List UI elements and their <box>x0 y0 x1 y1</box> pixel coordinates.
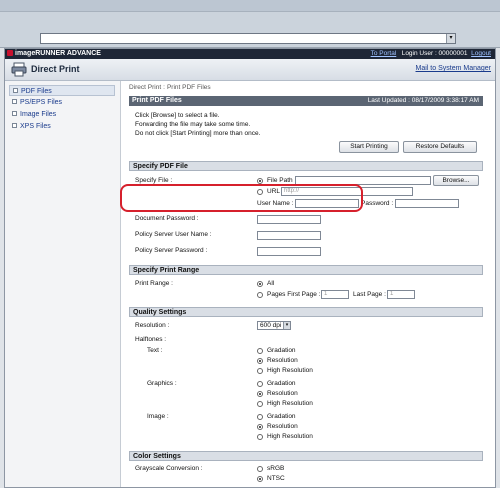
password-label: Password : <box>361 200 394 207</box>
graphics-label: Graphics : <box>147 380 177 387</box>
page-range-radio[interactable] <box>257 292 263 298</box>
last-updated: Last Updated : 08/17/2009 3:38:17 AM <box>367 97 479 104</box>
restore-defaults-button[interactable]: Restore Defaults <box>403 141 477 153</box>
file-icon <box>12 123 17 128</box>
mail-system-manager-link[interactable]: Mail to System Manager <box>416 65 491 72</box>
policy-user-label: Policy Server User Name : <box>135 231 212 238</box>
sidebar: PDF Files PS/EPS Files Image Files XPS F… <box>5 81 121 487</box>
to-portal-link[interactable]: To Portal <box>371 50 397 57</box>
halftones-label: Halftones : <box>135 336 167 343</box>
sidebar-item-pdf-files[interactable]: PDF Files <box>9 85 115 96</box>
chevron-down-icon: ▾ <box>283 322 290 329</box>
page-header: Direct Print Mail to System Manager <box>5 59 495 81</box>
breadcrumb-separator: : <box>163 84 165 91</box>
address-bar[interactable] <box>40 33 456 44</box>
print-range-label: Print Range : <box>135 280 173 287</box>
sidebar-item-xps-files[interactable]: XPS Files <box>9 121 115 132</box>
graphics-high-res-label: High Resolution <box>267 400 313 407</box>
text-label: Text : <box>147 347 163 354</box>
text-high-res-label: High Resolution <box>267 367 313 374</box>
canon-logo-icon <box>7 50 13 56</box>
srgb-label: sRGB <box>267 465 285 472</box>
ntsc-radio[interactable] <box>257 476 263 482</box>
text-gradation-label: Gradation <box>267 347 296 354</box>
chevron-down-icon[interactable]: ▾ <box>446 34 455 43</box>
image-resolution-label: Resolution <box>267 423 298 430</box>
image-label: Image : <box>147 413 169 420</box>
graphics-gradation-radio[interactable] <box>257 381 263 387</box>
panel-title-bar: Print PDF Files Last Updated : 08/17/200… <box>129 96 483 106</box>
policy-password-label: Policy Server Password : <box>135 247 208 254</box>
breadcrumb-root[interactable]: Direct Print <box>129 84 161 91</box>
logout-link[interactable]: Logout <box>471 50 491 57</box>
url-option-highlight <box>120 184 363 212</box>
text-resolution-radio[interactable] <box>257 358 263 364</box>
policy-user-input[interactable] <box>257 231 321 240</box>
graphics-high-res-radio[interactable] <box>257 401 263 407</box>
last-page-input[interactable]: 1 <box>387 290 415 299</box>
text-high-res-radio[interactable] <box>257 368 263 374</box>
instruction-1: Click [Browse] to select a file. <box>135 112 220 119</box>
specify-file-label: Specify File : <box>135 177 173 184</box>
resolution-label: Resolution : <box>135 322 170 329</box>
image-gradation-radio[interactable] <box>257 414 263 420</box>
graphics-gradation-label: Gradation <box>267 380 296 387</box>
instruction-3: Do not click [Start Printing] more than … <box>135 130 261 137</box>
document-password-label: Document Password : <box>135 215 199 222</box>
printer-icon <box>11 62 27 77</box>
image-high-res-label: High Resolution <box>267 433 313 440</box>
graphics-resolution-radio[interactable] <box>257 391 263 397</box>
instruction-2: Forwarding the file may take some time. <box>135 121 251 128</box>
start-printing-button[interactable]: Start Printing <box>339 141 399 153</box>
panel-title: Print PDF Files <box>132 97 182 104</box>
image-resolution-radio[interactable] <box>257 424 263 430</box>
login-user-text: Login User : 00000001 <box>401 50 468 57</box>
ntsc-label: NTSC <box>267 475 285 482</box>
first-page-input[interactable]: 1 <box>321 290 349 299</box>
document-password-input[interactable] <box>257 215 321 224</box>
browser-title-bar <box>0 0 500 12</box>
password-input[interactable] <box>395 199 459 208</box>
breadcrumb: Direct Print: Print PDF Files <box>129 84 211 91</box>
text-gradation-radio[interactable] <box>257 348 263 354</box>
logo: imageRUNNER ADVANCE <box>7 50 101 57</box>
first-page-label: Pages First Page : <box>267 291 321 298</box>
policy-password-input[interactable] <box>257 247 321 256</box>
last-page-label: Last Page : <box>353 291 386 298</box>
graphics-resolution-label: Resolution <box>267 390 298 397</box>
file-icon <box>12 111 17 116</box>
app-window: imageRUNNER ADVANCE To Portal Login User… <box>4 48 496 488</box>
sidebar-item-ps-eps-files[interactable]: PS/EPS Files <box>9 97 115 108</box>
top-right-links: To Portal Login User : 00000001 Logout <box>371 50 491 57</box>
browse-button[interactable]: Browse... <box>433 175 479 186</box>
section-quality-settings: Quality Settings <box>129 307 483 317</box>
grayscale-conversion-label: Grayscale Conversion : <box>135 465 203 472</box>
file-icon <box>13 88 18 93</box>
section-specify-pdf-file: Specify PDF File <box>129 161 483 171</box>
image-gradation-label: Gradation <box>267 413 296 420</box>
sidebar-item-image-files[interactable]: Image Files <box>9 109 115 120</box>
main-content: Direct Print: Print PDF Files Print PDF F… <box>125 81 493 487</box>
breadcrumb-current: Print PDF Files <box>166 84 211 91</box>
resolution-select[interactable]: 600 dpi ▾ <box>257 321 291 330</box>
file-icon <box>12 99 17 104</box>
top-bar: imageRUNNER ADVANCE To Portal Login User… <box>5 49 495 59</box>
all-pages-label: All <box>267 280 275 287</box>
all-pages-radio[interactable] <box>257 281 263 287</box>
file-path-label: File Path <box>267 177 293 184</box>
image-high-res-radio[interactable] <box>257 434 263 440</box>
section-color-settings: Color Settings <box>129 451 483 461</box>
page-title: Direct Print <box>31 64 80 74</box>
srgb-radio[interactable] <box>257 466 263 472</box>
text-resolution-label: Resolution <box>267 357 298 364</box>
section-specify-print-range: Specify Print Range <box>129 265 483 275</box>
